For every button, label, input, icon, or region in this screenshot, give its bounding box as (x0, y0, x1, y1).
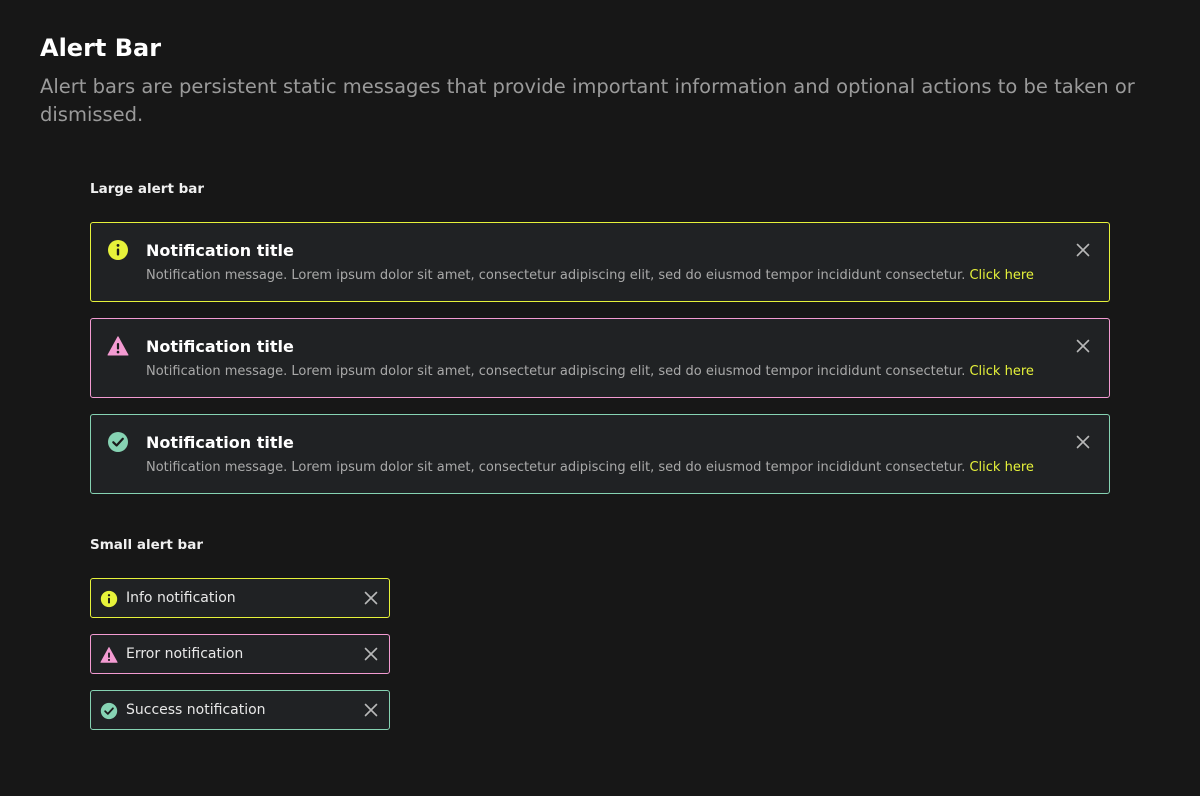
page-description: Alert bars are persistent static message… (40, 75, 1135, 126)
large-info-alert: Notification title Notification message.… (90, 222, 1110, 302)
info-icon (100, 590, 118, 608)
close-icon[interactable] (1075, 338, 1091, 354)
small-alert-section-label: Small alert bar (90, 537, 203, 553)
close-icon[interactable] (363, 702, 379, 718)
alert-title: Notification title (146, 337, 294, 356)
small-error-alert: Error notification (90, 634, 390, 674)
alert-message: Notification message. Lorem ipsum dolor … (146, 267, 1106, 285)
alert-message: Notification message. Lorem ipsum dolor … (146, 459, 1106, 477)
info-icon (108, 240, 128, 260)
check-circle-icon (100, 702, 118, 720)
alert-message-text: Notification message. Lorem ipsum dolor … (146, 460, 966, 475)
alert-message-text: Notification message. Lorem ipsum dolor … (146, 268, 966, 283)
alert-title: Notification title (146, 241, 294, 260)
page-title: Alert Bar (40, 34, 162, 62)
alert-title: Notification title (146, 433, 294, 452)
close-icon[interactable] (1075, 242, 1091, 258)
alert-label: Info notification (126, 590, 236, 606)
click-here-link[interactable]: Click here (969, 460, 1033, 475)
small-success-alert: Success notification (90, 690, 390, 730)
large-error-alert: Notification title Notification message.… (90, 318, 1110, 398)
close-icon[interactable] (363, 646, 379, 662)
alert-label: Error notification (126, 646, 244, 662)
small-info-alert: Info notification (90, 578, 390, 618)
click-here-link[interactable]: Click here (969, 268, 1033, 283)
check-circle-icon (108, 432, 128, 452)
large-alert-section-label: Large alert bar (90, 181, 205, 197)
large-success-alert: Notification title Notification message.… (90, 414, 1110, 494)
close-icon[interactable] (1075, 434, 1091, 450)
close-icon[interactable] (363, 590, 379, 606)
alert-message-text: Notification message. Lorem ipsum dolor … (146, 364, 966, 379)
alert-message: Notification message. Lorem ipsum dolor … (146, 363, 1106, 381)
alert-label: Success notification (126, 702, 266, 718)
click-here-link[interactable]: Click here (969, 364, 1033, 379)
warning-icon (107, 336, 129, 356)
warning-icon (100, 647, 118, 663)
